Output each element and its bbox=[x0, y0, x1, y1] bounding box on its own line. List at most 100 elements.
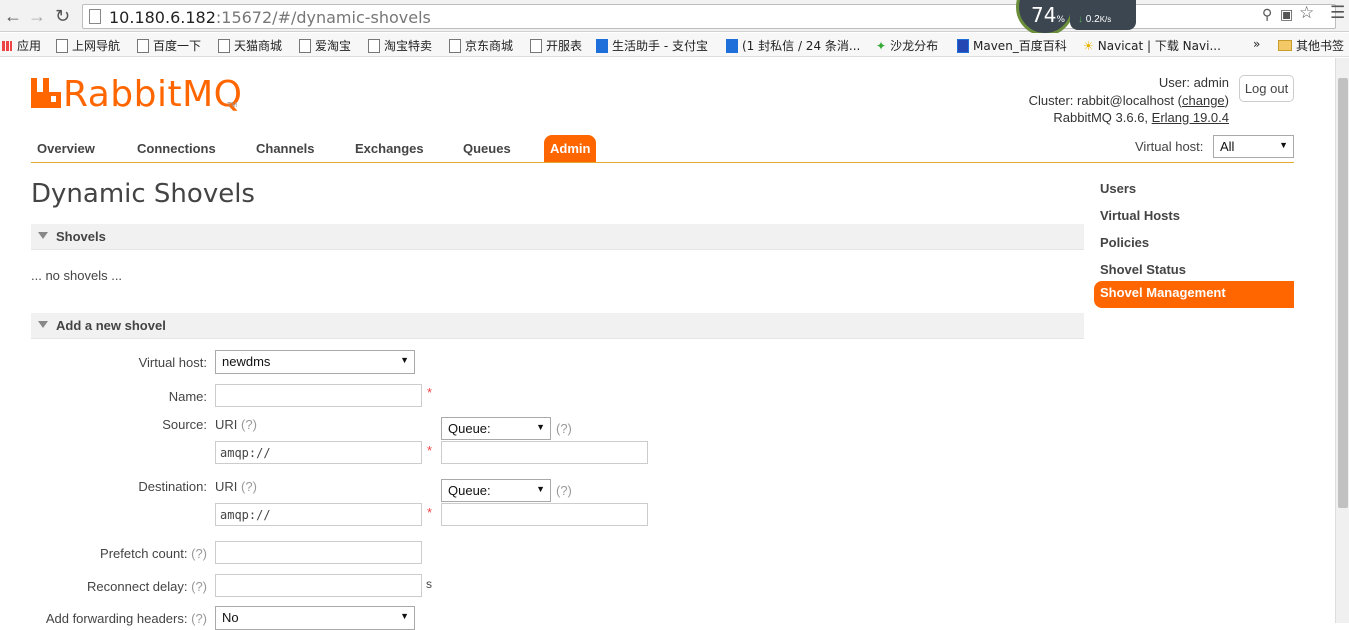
tab-channels[interactable]: Channels bbox=[250, 135, 321, 162]
page-scrollbar[interactable] bbox=[1335, 58, 1349, 623]
address-bar[interactable]: 10.180.6.182:15672/#/dynamic-shovels bbox=[82, 4, 1336, 29]
virtual-host-filter-label: Virtual host: bbox=[1135, 139, 1204, 154]
url-host: 10.180.6.182 bbox=[109, 8, 216, 27]
bookmark-item[interactable]: 开服表 bbox=[530, 37, 582, 54]
bookmark-label: 开服表 bbox=[546, 39, 583, 53]
destination-type-select[interactable]: Queue: ▼ bbox=[441, 479, 551, 502]
url-text[interactable]: 10.180.6.182:15672/#/dynamic-shovels bbox=[109, 8, 431, 27]
page-icon bbox=[137, 39, 149, 53]
bookmark-item[interactable]: 淘宝特卖 bbox=[368, 37, 432, 54]
dropdown-arrow-icon: ▼ bbox=[1279, 140, 1288, 150]
star-icon[interactable]: ☆ bbox=[1299, 3, 1314, 23]
tab-queues[interactable]: Queues bbox=[457, 135, 517, 162]
section-title: Shovels bbox=[56, 229, 106, 244]
name-label: Name: bbox=[168, 389, 207, 404]
required-marker: * bbox=[427, 443, 433, 458]
translate-icon[interactable]: ▣ bbox=[1280, 6, 1293, 23]
browser-toolbar: ← → ↻ 10.180.6.182:15672/#/dynamic-shove… bbox=[0, 0, 1349, 36]
memory-gauge[interactable]: 74% bbox=[1016, 0, 1074, 36]
forwarding-headers-select[interactable]: No ▼ bbox=[215, 606, 415, 630]
source-type-select[interactable]: Queue: ▼ bbox=[441, 417, 551, 440]
bookmark-label: Navicat | 下载 Navi... bbox=[1097, 39, 1221, 53]
sidebar-item-users[interactable]: Users bbox=[1094, 177, 1294, 204]
tab-overview[interactable]: Overview bbox=[31, 135, 101, 162]
reconnect-delay-label: Reconnect delay: (?) bbox=[87, 579, 207, 594]
help-link[interactable]: (?) bbox=[191, 579, 207, 594]
page-icon bbox=[218, 39, 230, 53]
shovels-section-header[interactable]: Shovels bbox=[31, 224, 1084, 250]
help-link[interactable]: (?) bbox=[241, 417, 257, 432]
bookmarks-overflow[interactable]: » bbox=[1253, 37, 1260, 51]
zhihu-icon bbox=[726, 39, 738, 53]
source-queue-input[interactable] bbox=[441, 441, 648, 464]
uri-label: URI bbox=[215, 417, 238, 432]
dropdown-arrow-icon: ▼ bbox=[536, 422, 545, 432]
destination-type-value: Queue: bbox=[448, 483, 491, 498]
help-link[interactable]: (?) bbox=[241, 479, 257, 494]
pinwheel-icon: ✦ bbox=[876, 39, 887, 53]
change-cluster-link[interactable]: change bbox=[1182, 93, 1225, 108]
bookmark-apps[interactable]: 应用 bbox=[2, 37, 41, 54]
alipay-icon bbox=[596, 39, 608, 53]
bookmark-item[interactable]: ✦ 沙龙分布 bbox=[876, 37, 938, 54]
key-icon[interactable]: ⚲ bbox=[1262, 6, 1272, 23]
bookmark-label: 天猫商城 bbox=[234, 39, 283, 53]
tab-connections[interactable]: Connections bbox=[131, 135, 222, 162]
virtual-host-filter-select[interactable]: All ▼ bbox=[1213, 135, 1294, 158]
help-link[interactable]: (?) bbox=[556, 483, 572, 498]
bookmark-item[interactable]: 百度一下 bbox=[137, 37, 201, 54]
source-uri-input[interactable]: amqp:// bbox=[215, 441, 422, 464]
apps-icon bbox=[2, 41, 12, 51]
source-type-help[interactable]: (?) bbox=[556, 421, 572, 436]
sidebar-item-policies[interactable]: Policies bbox=[1094, 231, 1294, 258]
tab-exchanges[interactable]: Exchanges bbox=[349, 135, 430, 162]
bookmark-item[interactable]: 生活助手 - 支付宝 bbox=[596, 37, 708, 54]
destination-type-help[interactable]: (?) bbox=[556, 483, 572, 498]
sidebar-item-shovel-management[interactable]: Shovel Management bbox=[1094, 281, 1294, 308]
erlang-version-link[interactable]: Erlang 19.0.4 bbox=[1152, 110, 1229, 125]
collapse-triangle-icon bbox=[38, 232, 48, 239]
reload-icon[interactable]: ↻ bbox=[55, 5, 70, 27]
required-marker: * bbox=[427, 505, 433, 520]
help-link[interactable]: (?) bbox=[191, 611, 207, 626]
bookmark-item[interactable]: 天猫商城 bbox=[218, 37, 282, 54]
bookmark-item[interactable]: 爱淘宝 bbox=[299, 37, 351, 54]
menu-icon[interactable]: ☰ bbox=[1330, 3, 1345, 23]
more-icon: » bbox=[1253, 37, 1261, 51]
page-icon bbox=[299, 39, 311, 53]
forward-icon[interactable]: → bbox=[28, 5, 46, 27]
sidebar-item-virtual-hosts[interactable]: Virtual Hosts bbox=[1094, 204, 1294, 231]
help-link[interactable]: (?) bbox=[556, 421, 572, 436]
rabbitmq-logo-icon bbox=[31, 78, 61, 108]
bookmark-item[interactable]: 京东商城 bbox=[449, 37, 513, 54]
logout-button[interactable]: Log out bbox=[1239, 75, 1294, 102]
bookmark-item[interactable]: 上网导航 bbox=[56, 37, 120, 54]
prefetch-count-input[interactable] bbox=[215, 541, 422, 564]
net-down-value: 0.2 bbox=[1085, 14, 1100, 25]
bookmark-label: 京东商城 bbox=[465, 39, 514, 53]
name-input[interactable] bbox=[215, 384, 422, 407]
bookmark-item[interactable]: ☀ Navicat | 下载 Navi... bbox=[1083, 37, 1221, 54]
virtual-host-select[interactable]: newdms ▼ bbox=[215, 350, 415, 374]
bookmark-label: (1 封私信 / 24 条消... bbox=[742, 39, 861, 53]
url-path: :15672/#/dynamic-shovels bbox=[215, 8, 431, 27]
page-icon bbox=[530, 39, 542, 53]
back-icon[interactable]: ← bbox=[4, 5, 22, 27]
required-marker: * bbox=[427, 385, 433, 400]
destination-queue-input[interactable] bbox=[441, 503, 648, 526]
forwarding-headers-label: Add forwarding headers: (?) bbox=[46, 611, 207, 626]
bookmark-folder-other[interactable]: 其他书签 bbox=[1278, 37, 1344, 54]
tab-admin[interactable]: Admin bbox=[544, 135, 597, 162]
destination-uri-input[interactable]: amqp:// bbox=[215, 503, 422, 526]
logo-text: RabbitMQ bbox=[63, 74, 243, 115]
source-uri-label: URI (?) bbox=[215, 417, 257, 432]
main-tabs: Overview Connections Channels Exchanges … bbox=[31, 135, 1294, 163]
scrollbar-thumb[interactable] bbox=[1338, 78, 1348, 508]
help-link[interactable]: (?) bbox=[191, 546, 207, 561]
cluster-name: rabbit@localhost bbox=[1077, 92, 1175, 108]
reconnect-delay-input[interactable] bbox=[215, 574, 422, 597]
bookmark-item[interactable]: (1 封私信 / 24 条消... bbox=[726, 37, 860, 54]
add-shovel-section-header[interactable]: Add a new shovel bbox=[31, 313, 1084, 339]
bookmark-item[interactable]: Maven_百度百科 bbox=[957, 37, 1067, 54]
paw-icon bbox=[957, 39, 969, 53]
